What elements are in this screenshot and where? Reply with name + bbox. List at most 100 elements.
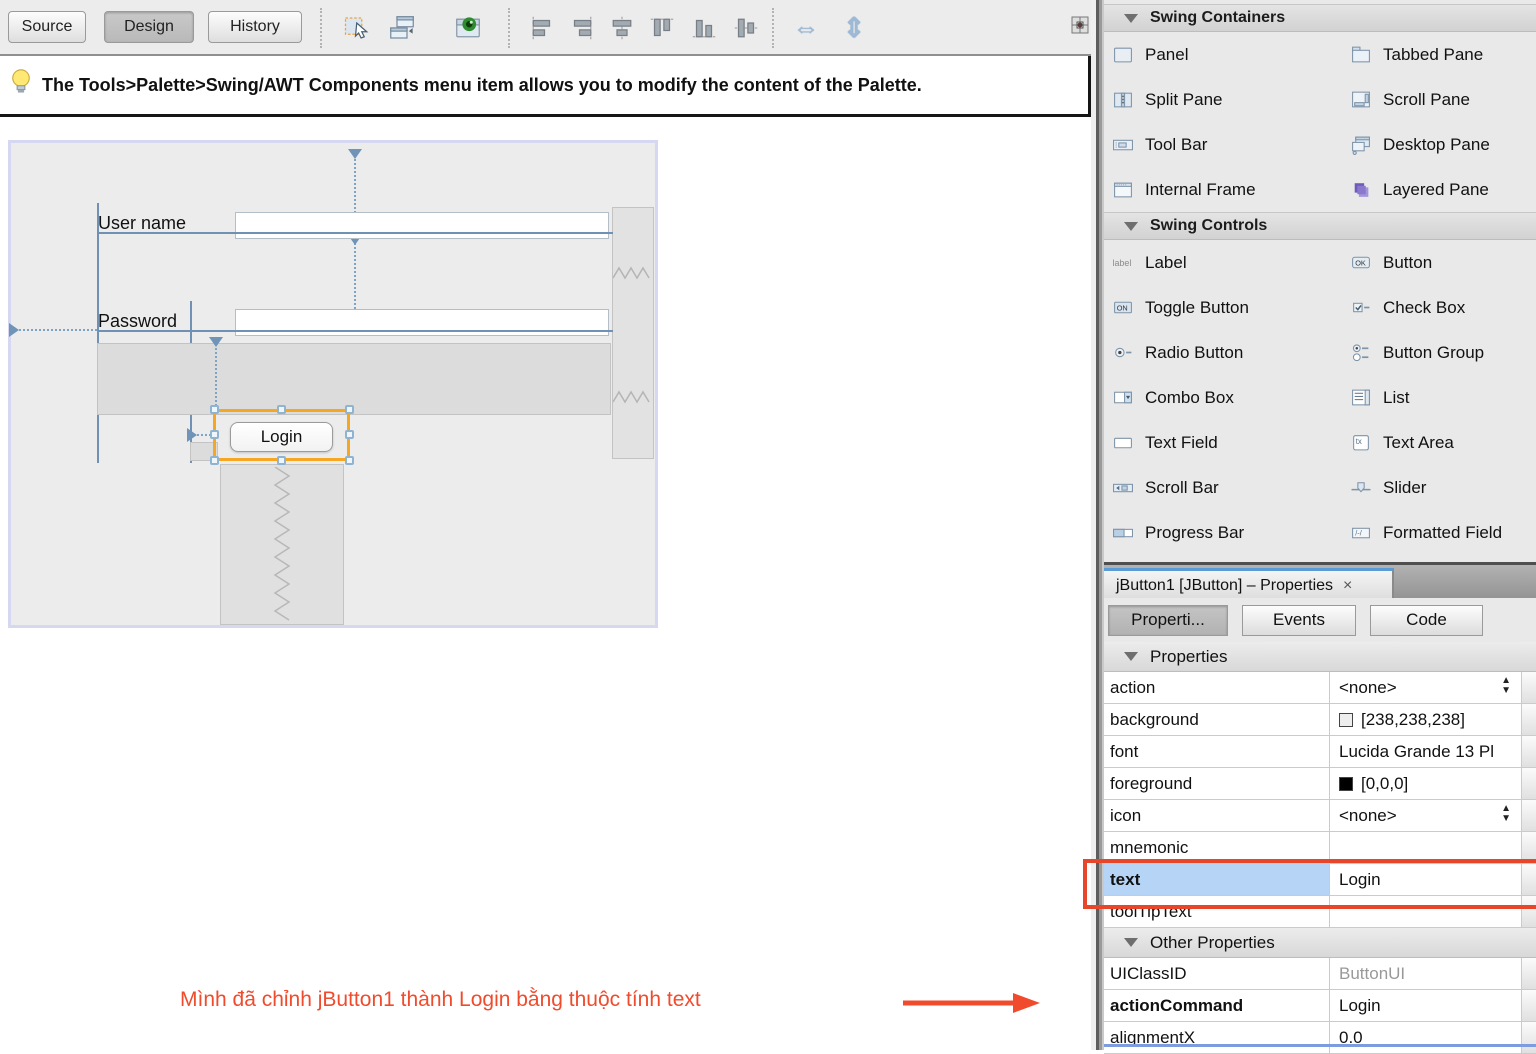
property-value[interactable]: 0.0 <box>1330 1022 1521 1053</box>
color-swatch-icon <box>1339 777 1353 791</box>
properties-tabstrip: jButton1 [JButton] – Properties × <box>1104 562 1536 598</box>
property-value[interactable]: [238,238,238] <box>1330 704 1521 735</box>
palette-item-label: Tool Bar <box>1145 135 1207 155</box>
palette-item-progress-bar[interactable]: Progress Bar <box>1104 510 1342 555</box>
align-right-icon[interactable] <box>564 10 600 46</box>
layered-pane-icon <box>1350 179 1374 201</box>
palette-item-check-box[interactable]: Check Box <box>1342 285 1536 330</box>
ellipsis-button[interactable] <box>1521 768 1536 799</box>
palette-item-tabbed-pane[interactable]: Tabbed Pane <box>1342 32 1536 77</box>
palette-item-internal-frame[interactable]: Internal Frame <box>1104 167 1342 212</box>
palette-item-button-group[interactable]: Button Group <box>1342 330 1536 375</box>
resize-handle[interactable] <box>345 405 354 414</box>
sheet-section-header-properties[interactable]: Properties <box>1104 642 1536 672</box>
property-row-alignmentx[interactable]: alignmentX0.0 <box>1104 1022 1536 1054</box>
password-label[interactable]: Password <box>98 311 177 332</box>
align-top-icon[interactable] <box>644 10 680 46</box>
palette-item-combo-box[interactable]: Combo Box <box>1104 375 1342 420</box>
palette-item-layered-pane[interactable]: Layered Pane <box>1342 167 1536 212</box>
resize-vertical-icon[interactable]: ⇕ <box>836 10 872 46</box>
center-horizontal-icon[interactable] <box>604 10 640 46</box>
property-value[interactable]: Login <box>1330 990 1521 1021</box>
ellipsis-button[interactable] <box>1521 800 1536 831</box>
property-row-uiclassid[interactable]: UIClassIDButtonUI <box>1104 958 1536 990</box>
palette-item-label: List <box>1383 388 1409 408</box>
palette-item-split-pane[interactable]: Split Pane <box>1104 77 1342 122</box>
property-value[interactable]: [0,0,0] <box>1330 768 1521 799</box>
tab-history[interactable]: History <box>208 11 302 43</box>
palette-section-title: Swing Controls <box>1150 217 1267 235</box>
resize-horizontal-icon[interactable]: ⇔ <box>788 10 824 46</box>
property-name: icon <box>1104 800 1330 831</box>
property-value[interactable]: <none>▲▼ <box>1330 800 1521 831</box>
text-field-icon <box>1112 432 1136 454</box>
subtab-properties[interactable]: Properti... <box>1108 605 1228 636</box>
property-row-foreground[interactable]: foreground[0,0,0] <box>1104 768 1536 800</box>
palette-item-text-area[interactable]: txText Area <box>1342 420 1536 465</box>
connection-mode-icon[interactable] <box>384 10 420 46</box>
palette-item-panel[interactable]: Panel <box>1104 32 1342 77</box>
username-label[interactable]: User name <box>98 213 186 234</box>
property-value[interactable]: ButtonUI <box>1330 958 1521 989</box>
palette-item-desktop-pane[interactable]: Desktop Pane <box>1342 122 1536 167</box>
property-value-text: <none> <box>1339 678 1397 698</box>
palette-item-label: Radio Button <box>1145 343 1243 363</box>
palette-item-tool-bar[interactable]: Tool Bar <box>1104 122 1342 167</box>
palette-item-label: Button <box>1383 253 1432 273</box>
align-bottom-icon[interactable] <box>686 10 722 46</box>
resize-handle[interactable] <box>210 456 219 465</box>
subtab-code[interactable]: Code <box>1370 605 1483 636</box>
resize-handle[interactable] <box>210 430 219 439</box>
palette-item-slider[interactable]: Slider <box>1342 465 1536 510</box>
property-value[interactable]: Lucida Grande 13 Pl <box>1330 736 1521 767</box>
spinner-icon[interactable]: ▲▼ <box>1501 804 1511 824</box>
palette-item-radio-button[interactable]: Radio Button <box>1104 330 1342 375</box>
palette-item-button[interactable]: OK Button <box>1342 240 1536 285</box>
palette-item-scroll-bar[interactable]: Scroll Bar <box>1104 465 1342 510</box>
resize-handle[interactable] <box>345 456 354 465</box>
align-left-icon[interactable] <box>524 10 560 46</box>
resize-handle[interactable] <box>277 405 286 414</box>
ellipsis-button[interactable] <box>1521 672 1536 703</box>
ellipsis-button[interactable] <box>1521 736 1536 767</box>
resize-handle[interactable] <box>345 430 354 439</box>
palette-item-label: Split Pane <box>1145 90 1223 110</box>
subtab-events[interactable]: Events <box>1242 605 1356 636</box>
property-row-action[interactable]: action<none>▲▼ <box>1104 672 1536 704</box>
tab-design[interactable]: Design <box>104 11 194 43</box>
svg-text:OK: OK <box>1355 258 1366 267</box>
palette-section-header-swing-controls[interactable]: Swing Controls <box>1104 212 1536 240</box>
ellipsis-button[interactable] <box>1521 704 1536 735</box>
username-field[interactable] <box>235 212 609 239</box>
form-canvas[interactable]: User name Password Login <box>8 140 658 628</box>
property-value[interactable]: <none> ▲▼ <box>1330 672 1521 703</box>
palette-item-list[interactable]: List <box>1342 375 1536 420</box>
ellipsis-button[interactable] <box>1521 958 1536 989</box>
palette-item-toggle-button[interactable]: ONToggle Button <box>1104 285 1342 330</box>
palette-item-text-field[interactable]: Text Field <box>1104 420 1342 465</box>
property-row-font[interactable]: fontLucida Grande 13 Pl <box>1104 736 1536 768</box>
sheet-section-header-other-properties[interactable]: Other Properties <box>1104 928 1536 958</box>
left-guideline <box>97 203 99 463</box>
spinner-icon[interactable]: ▲▼ <box>1501 676 1511 696</box>
palette-item-scroll-pane[interactable]: Scroll Pane <box>1342 77 1536 122</box>
palette-item-formatted-field[interactable]: /-/Formatted Field <box>1342 510 1536 555</box>
resize-handle[interactable] <box>277 456 286 465</box>
ellipsis-button[interactable] <box>1521 1022 1536 1053</box>
tab-source[interactable]: Source <box>8 11 86 43</box>
preview-design-icon[interactable] <box>450 10 486 46</box>
center-vertical-icon[interactable] <box>728 10 764 46</box>
palette-item-label[interactable]: labelLabel <box>1104 240 1342 285</box>
palette-section-header-swing-containers[interactable]: Swing Containers <box>1104 4 1536 32</box>
properties-window-tab[interactable]: jButton1 [JButton] – Properties × <box>1104 568 1394 601</box>
left-anchor-icon <box>9 323 19 337</box>
property-row-icon[interactable]: icon<none>▲▼ <box>1104 800 1536 832</box>
close-icon[interactable]: × <box>1343 577 1352 595</box>
login-button[interactable]: Login <box>230 422 333 452</box>
property-row-actioncommand[interactable]: actionCommandLogin <box>1104 990 1536 1022</box>
ellipsis-button[interactable] <box>1521 990 1536 1021</box>
selection-mode-icon[interactable] <box>340 10 376 46</box>
property-name: UIClassID <box>1104 958 1330 989</box>
property-row-background[interactable]: background[238,238,238] <box>1104 704 1536 736</box>
resize-handle[interactable] <box>210 405 219 414</box>
